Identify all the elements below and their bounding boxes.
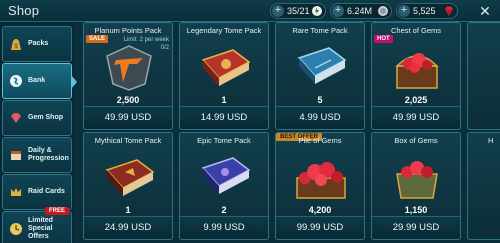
buy-button[interactable]: 24.99 USD bbox=[84, 216, 172, 239]
add-gems-button[interactable]: + bbox=[398, 5, 410, 17]
gem-shop-icon bbox=[8, 110, 24, 126]
offer-card-rare-tome-pack[interactable]: Rare Tome Pack 5 4.99 USD bbox=[275, 22, 365, 130]
offer-card-epic-tome-pack[interactable]: Epic Tome Pack 2 9.99 USD bbox=[179, 132, 269, 240]
sidebar-item-raid-cards[interactable]: Raid Cards bbox=[2, 174, 72, 210]
energy-counter[interactable]: + 35/21 bbox=[270, 3, 326, 19]
page-title: Shop bbox=[8, 3, 40, 18]
gem-chest-icon bbox=[395, 53, 439, 89]
offer-price: 4.99 USD bbox=[299, 112, 341, 123]
buy-button[interactable]: 4.99 USD bbox=[276, 106, 364, 129]
offer-amount: 1 bbox=[221, 95, 227, 105]
sidebar-item-packs[interactable]: $ Packs bbox=[2, 26, 72, 62]
clock-icon bbox=[8, 221, 24, 237]
offer-price: 49.99 USD bbox=[104, 112, 152, 123]
offer-title: Legendary Tome Pack bbox=[186, 26, 262, 35]
calendar-icon bbox=[8, 147, 24, 163]
close-icon[interactable]: ✕ bbox=[474, 2, 496, 20]
offer-amount: 2 bbox=[221, 205, 227, 215]
mythical-tome-icon bbox=[105, 159, 155, 196]
offer-amount: 5 bbox=[317, 95, 323, 105]
legendary-tome-icon bbox=[201, 49, 251, 86]
sidebar-item-label: Limited Special Offers bbox=[28, 217, 53, 240]
offer-title: Chest of Gems bbox=[390, 26, 442, 35]
offer-title: Rare Tome Pack bbox=[292, 26, 348, 35]
offer-price: 9.99 USD bbox=[203, 222, 245, 233]
offer-title: Epic Tome Pack bbox=[197, 136, 251, 145]
energy-icon bbox=[312, 6, 322, 16]
crown-icon bbox=[8, 184, 24, 200]
sidebar-item-label: Gem Shop bbox=[28, 114, 64, 121]
add-energy-button[interactable]: + bbox=[272, 5, 284, 17]
offer-price: 24.99 USD bbox=[104, 222, 152, 233]
offer-card-planum-points-pack[interactable]: Planum Points Pack SALE Limit: 2 per wee… bbox=[83, 22, 173, 130]
offer-card-partial-bottom[interactable]: H bbox=[467, 132, 500, 240]
top-bar: Shop + 35/21 + 6.24M + 5,525 ✕ bbox=[0, 0, 500, 22]
sidebar-item-bank[interactable]: Bank bbox=[2, 63, 77, 99]
offer-card-mythical-tome-pack[interactable]: Mythical Tome Pack 1 24.99 USD bbox=[83, 132, 173, 240]
sidebar-item-limited-special-offers[interactable]: FREE Limited Special Offers bbox=[2, 207, 72, 243]
bank-icon bbox=[8, 73, 24, 89]
offer-price: 49.99 USD bbox=[392, 112, 440, 123]
sidebar-item-label: Bank bbox=[28, 77, 46, 84]
gem-icon bbox=[445, 6, 453, 16]
sidebar-item-label: Packs bbox=[28, 40, 49, 47]
offer-title: Box of Gems bbox=[394, 136, 438, 145]
offer-title: Planum Points Pack bbox=[94, 26, 162, 35]
buy-button[interactable]: 49.99 USD bbox=[372, 106, 460, 129]
sidebar: $ Packs Bank Gem Shop Daily & Progressio… bbox=[0, 22, 77, 243]
buy-button[interactable]: 14.99 USD bbox=[180, 106, 268, 129]
offer-amount: 2,025 bbox=[404, 95, 428, 105]
silver-counter[interactable]: + 6.24M bbox=[330, 3, 392, 19]
offer-price: 99.99 USD bbox=[296, 222, 344, 233]
rare-tome-icon bbox=[297, 47, 347, 84]
offer-price: 14.99 USD bbox=[200, 112, 248, 123]
buy-button[interactable]: 29.99 USD bbox=[372, 216, 460, 239]
energy-value: 35/21 bbox=[287, 6, 310, 16]
buy-button[interactable]: 9.99 USD bbox=[180, 216, 268, 239]
offer-amount: 2,500 bbox=[116, 95, 140, 105]
buy-button[interactable]: 99.99 USD bbox=[276, 216, 364, 239]
gem-pile-icon bbox=[296, 162, 346, 199]
sidebar-item-daily-progression[interactable]: Daily & Progression bbox=[2, 137, 72, 173]
silver-icon bbox=[378, 6, 388, 16]
offer-title: H bbox=[488, 136, 494, 145]
offer-card-partial-top[interactable] bbox=[467, 22, 500, 130]
offer-card-box-of-gems[interactable]: Box of Gems 1,150 29.99 USD bbox=[371, 132, 461, 240]
epic-tome-icon bbox=[201, 157, 251, 194]
sidebar-item-label: Raid Cards bbox=[28, 188, 65, 195]
offer-amount: 1 bbox=[125, 205, 131, 215]
sidebar-item-label: Daily & Progression bbox=[28, 147, 69, 162]
gems-counter[interactable]: + 5,525 bbox=[396, 3, 458, 19]
offer-amount: 1,150 bbox=[404, 205, 428, 215]
gems-value: 5,525 bbox=[413, 6, 436, 16]
add-silver-button[interactable]: + bbox=[332, 5, 344, 17]
buy-button[interactable]: 49.99 USD bbox=[84, 106, 172, 129]
bag-icon: $ bbox=[8, 36, 24, 52]
offer-title: Mythical Tome Pack bbox=[94, 136, 162, 145]
offer-card-pile-of-gems[interactable]: BEST OFFER Pile of Gems 4,200 99.99 USD bbox=[275, 132, 365, 240]
offer-card-chest-of-gems[interactable]: Chest of Gems HOT 2,025 49.99 USD bbox=[371, 22, 461, 130]
offer-title: Pile of Gems bbox=[298, 136, 342, 145]
sidebar-item-gem-shop[interactable]: Gem Shop bbox=[2, 100, 72, 136]
offer-card-legendary-tome-pack[interactable]: Legendary Tome Pack 1 14.99 USD bbox=[179, 22, 269, 130]
offer-price: 29.99 USD bbox=[392, 222, 440, 233]
planum-points-icon bbox=[106, 45, 152, 91]
offer-amount: 4,200 bbox=[308, 205, 332, 215]
gem-box-icon bbox=[396, 161, 438, 199]
silver-value: 6.24M bbox=[347, 6, 373, 16]
